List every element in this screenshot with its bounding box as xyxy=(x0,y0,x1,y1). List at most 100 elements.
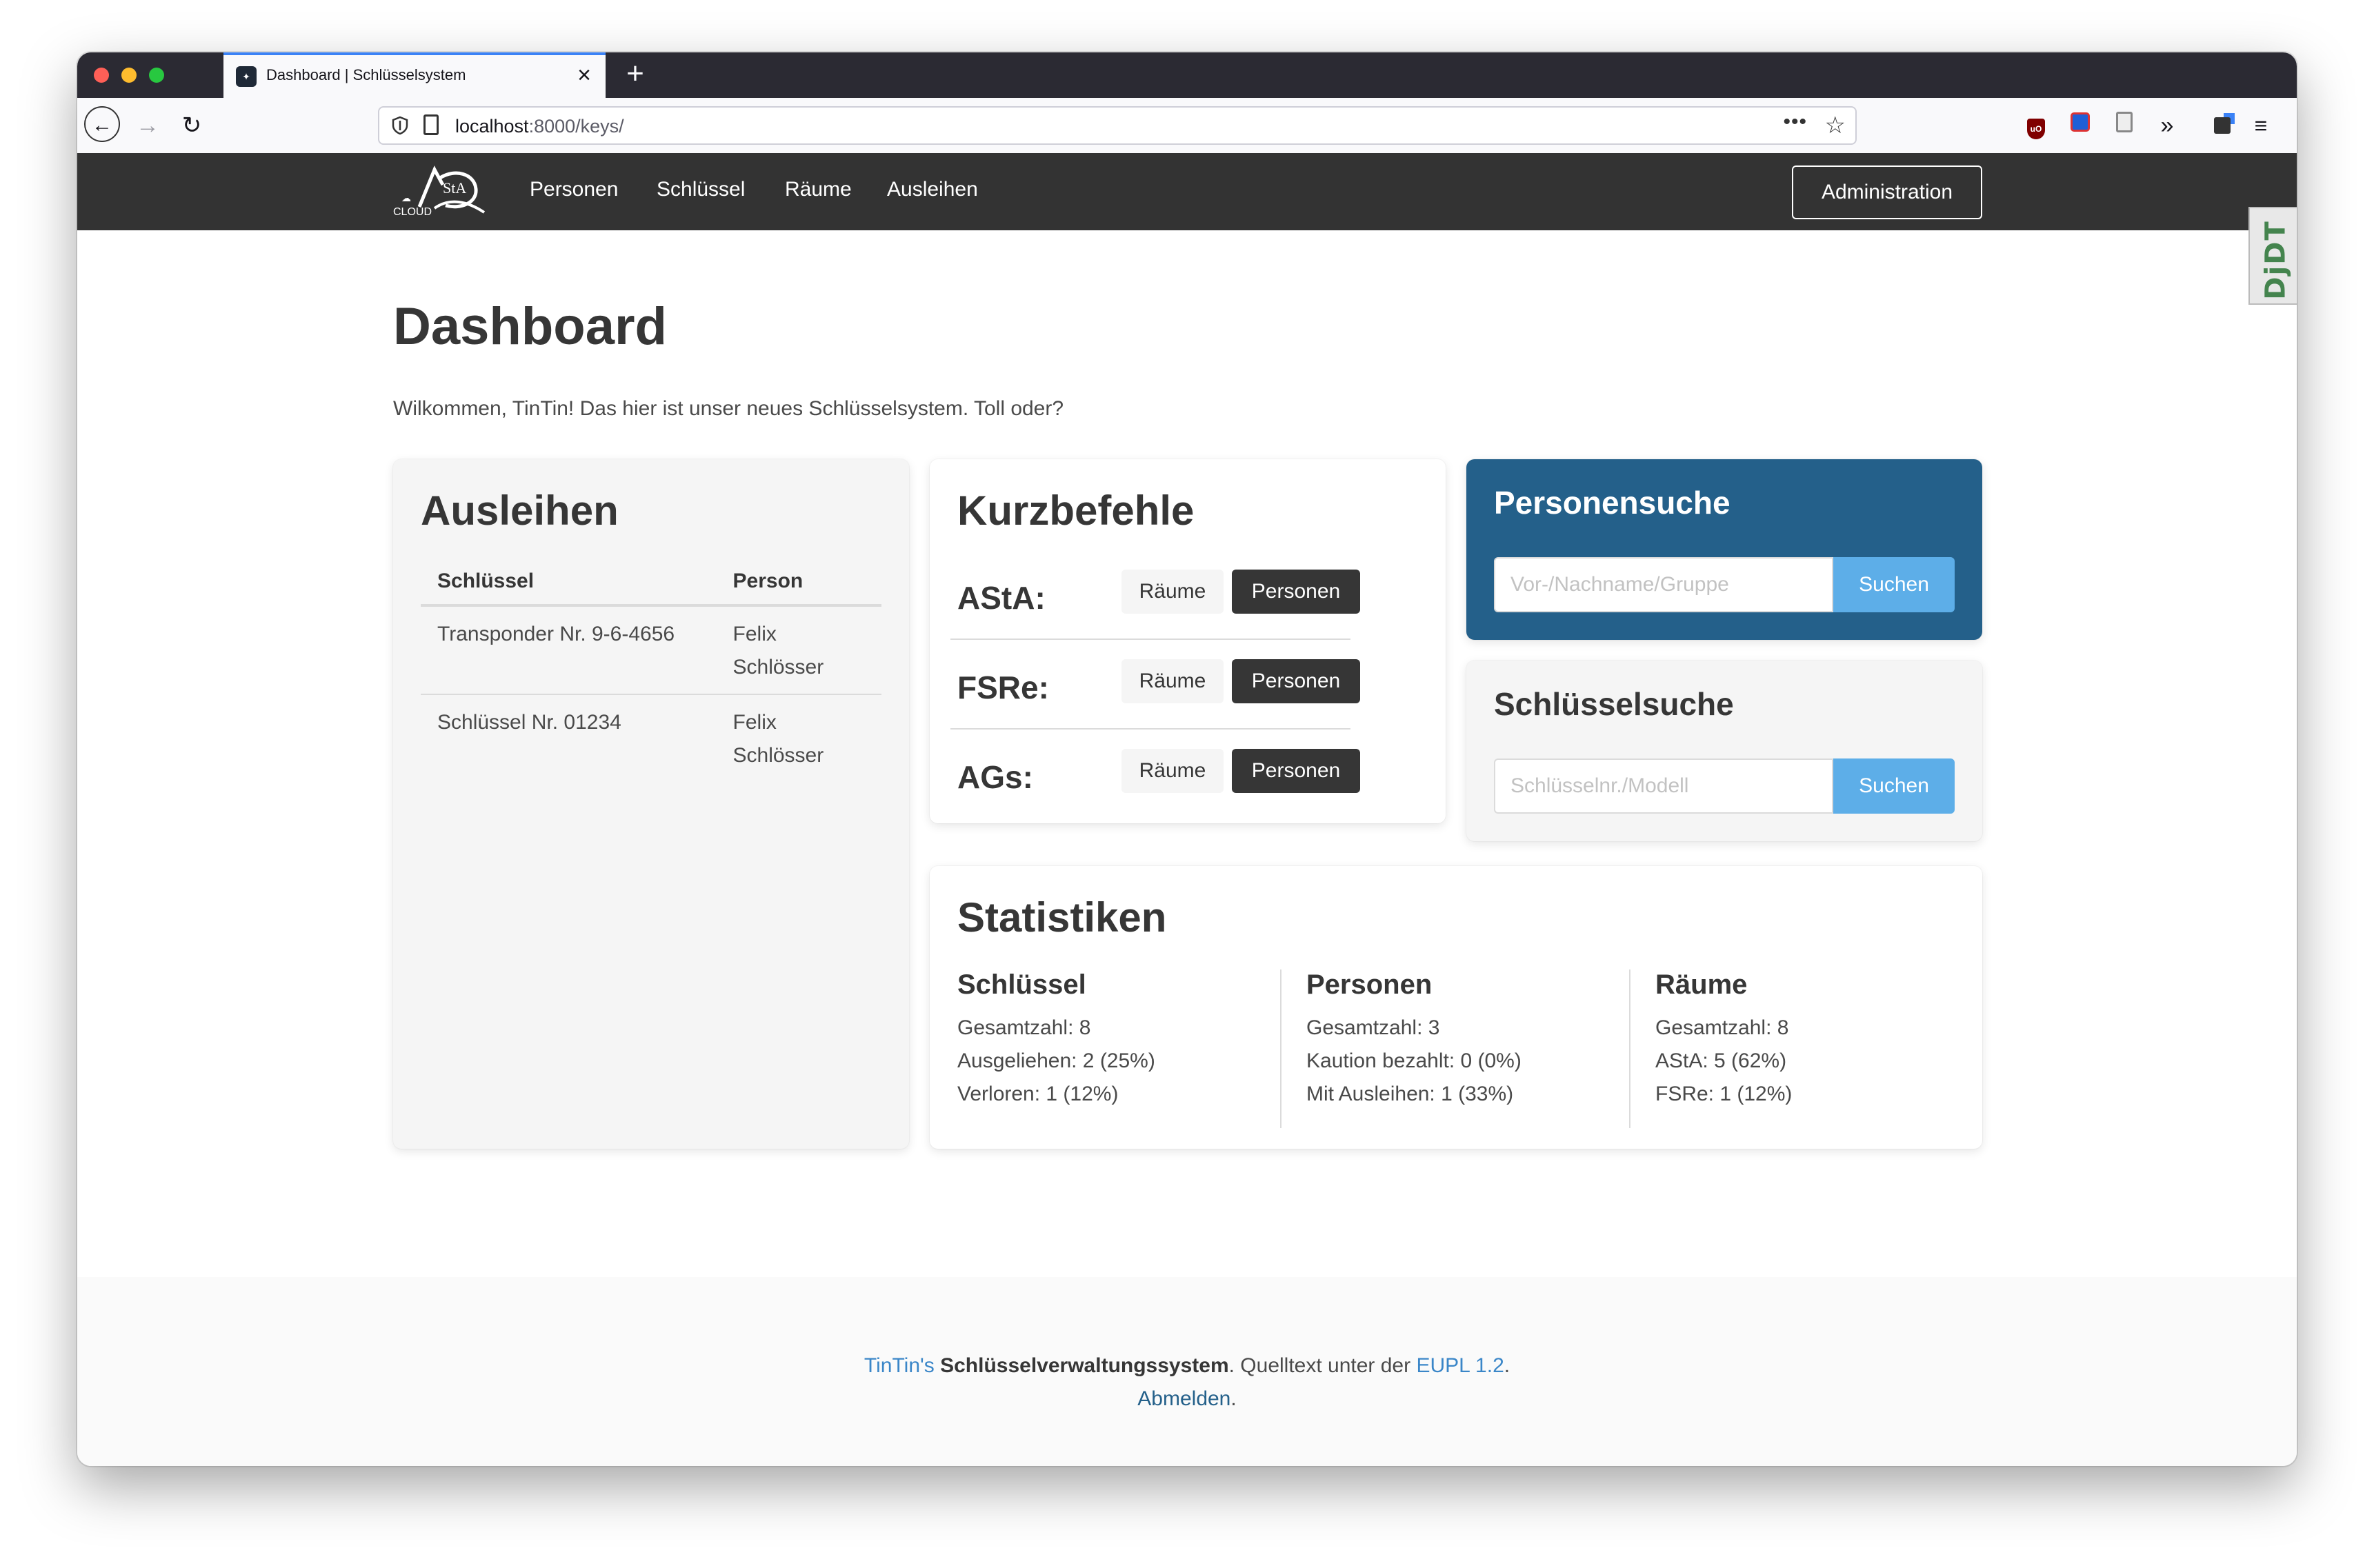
svg-text:CLOUD: CLOUD xyxy=(393,206,432,218)
administration-button[interactable]: Administration xyxy=(1792,165,1982,219)
system-name: Schlüsselverwaltungssystem xyxy=(940,1354,1229,1377)
stats-column-personen: Personen Gesamtzahl: 3 Kaution bezahlt: … xyxy=(1306,969,1630,1132)
footer-text: . Quelltext unter der xyxy=(1228,1354,1417,1377)
statistiken-box: Statistiken Schlüssel Gesamtzahl: 8 Ausg… xyxy=(930,866,1982,1149)
minimize-window-button[interactable] xyxy=(121,68,137,83)
stats-line: FSRe: 1 (12%) xyxy=(1655,1083,1793,1105)
loan-person-cell: Felix Schlösser xyxy=(716,605,881,695)
welcome-text: Wilkommen, TinTin! Das hier ist unser ne… xyxy=(393,397,1064,420)
ausleihen-box: Ausleihen Schlüssel Person Transponder N… xyxy=(393,459,909,1149)
tab-strip: ✦ Dashboard | Schlüsselsystem × + xyxy=(77,52,2297,98)
column-header-person: Person xyxy=(716,563,881,607)
nav-link-raeume[interactable]: Räume xyxy=(785,178,852,201)
stats-line: Gesamtzahl: 8 xyxy=(1655,1016,1789,1039)
ags-raeume-button[interactable]: Räume xyxy=(1121,749,1224,793)
shortcut-label: FSRe: xyxy=(957,670,1049,705)
nav-link-schluessel[interactable]: Schlüssel xyxy=(657,178,745,201)
stats-line: AStA: 5 (62%) xyxy=(1655,1049,1787,1072)
overflow-chevron-icon[interactable]: » xyxy=(2153,112,2181,139)
schluesselsuche-title: Schlüsselsuche xyxy=(1494,686,1734,722)
reload-icon[interactable]: ↻ xyxy=(172,106,211,145)
loan-person-cell: Felix Schlösser xyxy=(732,711,824,767)
favicon-icon: ✦ xyxy=(236,66,257,87)
shortcut-label: AGs: xyxy=(957,759,1033,795)
stats-line: Ausgeliehen: 2 (25%) xyxy=(957,1049,1155,1072)
reader-view-icon[interactable] xyxy=(2112,112,2137,139)
footer: TinTin's Schlüsselverwaltungssystem. Que… xyxy=(77,1277,2297,1466)
nav-link-personen[interactable]: Personen xyxy=(530,178,618,201)
stats-line: Gesamtzahl: 8 xyxy=(957,1016,1091,1039)
stats-line: Kaution bezahlt: 0 (0%) xyxy=(1306,1049,1522,1072)
asta-personen-button[interactable]: Personen xyxy=(1232,570,1360,614)
divider xyxy=(950,728,1350,730)
shortcut-row-asta: AStA: Räume Personen xyxy=(957,570,1385,659)
loan-key-cell: Transponder Nr. 9-6-4656 xyxy=(421,605,717,695)
bookmark-star-icon[interactable]: ☆ xyxy=(1825,112,1846,139)
menu-icon[interactable]: ≡ xyxy=(2247,112,2275,139)
tab-close-icon[interactable]: × xyxy=(572,63,596,87)
stats-column-schluessel: Schlüssel Gesamtzahl: 8 Ausgeliehen: 2 (… xyxy=(957,969,1281,1132)
table-row: Transponder Nr. 9-6-4656 Felix Schlösser xyxy=(421,605,881,695)
maximize-window-button[interactable] xyxy=(149,68,164,83)
kurzbefehle-title: Kurzbefehle xyxy=(957,488,1195,534)
license-link[interactable]: EUPL 1.2 xyxy=(1416,1354,1504,1377)
shortcut-row-fsre: FSRe: Räume Personen xyxy=(957,659,1385,749)
url-bar[interactable]: localhost:8000/keys/ ••• ☆ xyxy=(378,106,1857,145)
person-search-input[interactable] xyxy=(1494,557,1833,612)
page-icon xyxy=(423,114,439,135)
url-text[interactable]: localhost:8000/keys/ xyxy=(455,116,624,137)
ausleihen-table: Schlüssel Person Transponder Nr. 9-6-465… xyxy=(421,563,881,782)
forward-icon[interactable]: → xyxy=(128,106,167,145)
shortcut-row-ags: AGs: Räume Personen xyxy=(957,749,1385,838)
ags-personen-button[interactable]: Personen xyxy=(1232,749,1360,793)
asta-raeume-button[interactable]: Räume xyxy=(1121,570,1224,614)
author-link[interactable]: TinTin's xyxy=(864,1354,935,1377)
stats-heading: Schlüssel xyxy=(957,969,1086,1000)
stats-line: Mit Ausleihen: 1 (33%) xyxy=(1306,1083,1514,1105)
back-icon[interactable]: ← xyxy=(84,106,120,142)
ublock-icon[interactable]: uO xyxy=(2024,112,2048,139)
loan-key-cell: Schlüssel Nr. 01234 xyxy=(437,711,621,734)
extensions-icon[interactable] xyxy=(2208,112,2236,139)
asta-logo[interactable]: StA CLOUD ☁ xyxy=(392,164,487,219)
schluesselsuche-box: Schlüsselsuche Suchen xyxy=(1466,661,1982,841)
fsre-raeume-button[interactable]: Räume xyxy=(1121,659,1224,703)
stats-line: Verloren: 1 (12%) xyxy=(957,1083,1119,1105)
footer-logout: Abmelden. xyxy=(77,1387,2297,1411)
django-debug-toolbar-handle[interactable]: DjDT xyxy=(2248,207,2297,305)
site-navbar: StA CLOUD ☁ Personen Schlüssel Räume Aus… xyxy=(77,153,2297,230)
extension-blue-icon[interactable] xyxy=(2068,112,2093,139)
logout-link[interactable]: Abmelden xyxy=(1137,1387,1230,1410)
personensuche-title: Personensuche xyxy=(1494,485,1730,521)
divider xyxy=(1280,969,1281,1128)
footer-credits: TinTin's Schlüsselverwaltungssystem. Que… xyxy=(77,1354,2297,1378)
browser-window: ✦ Dashboard | Schlüsselsystem × + ← → ↻ … xyxy=(77,52,2297,1466)
tab-title: Dashboard | Schlüsselsystem xyxy=(266,66,466,83)
person-search-button[interactable]: Suchen xyxy=(1833,557,1955,612)
svg-text:☁: ☁ xyxy=(401,192,411,203)
stats-heading: Räume xyxy=(1655,969,1748,1000)
key-search-input[interactable] xyxy=(1494,758,1833,814)
divider xyxy=(1629,969,1630,1128)
page-title: Dashboard xyxy=(393,297,667,356)
column-header-schluessel: Schlüssel xyxy=(421,563,717,607)
personensuche-box: Personensuche Suchen xyxy=(1466,459,1982,640)
page-actions-icon[interactable]: ••• xyxy=(1783,110,1807,134)
stats-heading: Personen xyxy=(1306,969,1433,1000)
footer-text: . xyxy=(1230,1387,1237,1410)
browser-toolbar: ← → ↻ localhost:8000/keys/ ••• ☆ uO » ≡ xyxy=(77,98,2297,154)
stats-line: Gesamtzahl: 3 xyxy=(1306,1016,1440,1039)
nav-link-ausleihen[interactable]: Ausleihen xyxy=(887,178,978,201)
svg-text:StA: StA xyxy=(443,179,466,197)
fsre-personen-button[interactable]: Personen xyxy=(1232,659,1360,703)
divider xyxy=(950,639,1350,640)
key-search-button[interactable]: Suchen xyxy=(1833,758,1955,814)
kurzbefehle-box: Kurzbefehle AStA: Räume Personen FSRe: R… xyxy=(930,459,1446,823)
shortcut-label: AStA: xyxy=(957,580,1046,616)
new-tab-icon[interactable]: + xyxy=(619,58,651,90)
ausleihen-title: Ausleihen xyxy=(421,488,619,534)
shield-icon xyxy=(392,116,408,135)
close-window-button[interactable] xyxy=(94,68,109,83)
browser-tab[interactable]: ✦ Dashboard | Schlüsselsystem × xyxy=(223,52,606,98)
statistiken-title: Statistiken xyxy=(957,894,1167,941)
